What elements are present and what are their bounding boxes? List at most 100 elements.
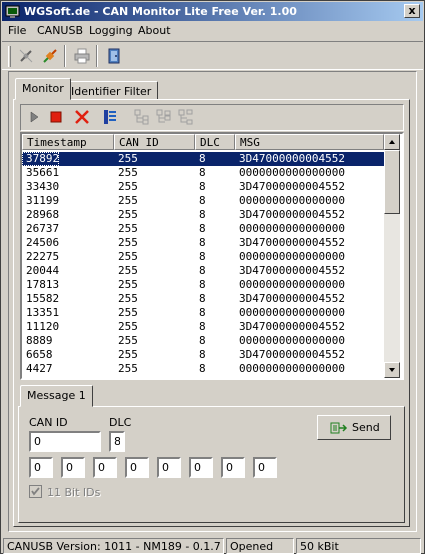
table-row[interactable]: 15582 255 8 3D47000000004552 xyxy=(22,292,384,306)
list-icon xyxy=(104,110,116,124)
column-msg[interactable]: MSG xyxy=(235,134,384,150)
table-row[interactable]: 4427 255 8 0000000000000000 xyxy=(22,362,384,376)
table-row[interactable]: 31199 255 8 0000000000000000 xyxy=(22,194,384,208)
cell-msg: 0000000000000000 xyxy=(239,166,345,179)
can-id-input[interactable] xyxy=(29,431,101,452)
cell-dlc: 8 xyxy=(199,334,206,347)
cell-timestamp: 22275 xyxy=(26,250,60,263)
window-title: WGSoft.de - CAN Monitor Lite Free Ver. 1… xyxy=(24,5,297,18)
column-dlc[interactable]: DLC xyxy=(195,134,235,150)
cell-dlc: 8 xyxy=(199,320,206,333)
data-byte-input[interactable] xyxy=(221,457,245,478)
cell-timestamp: 17813 xyxy=(26,278,60,291)
tree-button-1[interactable] xyxy=(131,107,153,128)
list-view-button[interactable] xyxy=(99,107,121,128)
cell-dlc: 8 xyxy=(199,208,206,221)
data-byte-input[interactable] xyxy=(61,457,85,478)
cell-can-id: 255 xyxy=(118,292,138,305)
cell-msg: 3D47000000004552 xyxy=(239,236,345,249)
data-byte-input[interactable] xyxy=(125,457,149,478)
data-byte-input[interactable] xyxy=(29,457,53,478)
send-label: Send xyxy=(352,421,380,434)
cell-msg: 3D47000000004552 xyxy=(239,292,345,305)
dlc-label: DLC xyxy=(109,416,132,429)
message-table[interactable]: Timestamp CAN ID DLC MSG 37892 255 8 3D4700… xyxy=(20,132,404,380)
disconnect-button[interactable] xyxy=(14,45,38,67)
exit-button[interactable] xyxy=(102,45,126,67)
cell-dlc: 8 xyxy=(199,362,206,375)
menu-file[interactable]: File xyxy=(8,24,26,37)
table-row[interactable]: 11120 255 8 3D47000000004552 xyxy=(22,320,384,334)
menu-logging[interactable]: Logging xyxy=(89,24,133,37)
table-row[interactable]: 2196 255 8 3D47000000004552 xyxy=(22,376,384,378)
title-bar[interactable]: WGSoft.de - CAN Monitor Lite Free Ver. 1… xyxy=(2,2,423,21)
table-row[interactable]: 26737 255 8 0000000000000000 xyxy=(22,222,384,236)
table-scrollbar[interactable] xyxy=(384,134,400,378)
send-button[interactable]: Send xyxy=(317,415,391,440)
cell-dlc: 8 xyxy=(199,306,206,319)
cell-can-id: 255 xyxy=(118,334,138,347)
data-byte-input[interactable] xyxy=(157,457,181,478)
tab-message-1[interactable]: Message 1 xyxy=(20,385,93,407)
table-row[interactable]: 6658 255 8 3D47000000004552 xyxy=(22,348,384,362)
tree-button-2[interactable] xyxy=(153,107,175,128)
dlc-input[interactable] xyxy=(109,431,125,452)
cell-can-id: 255 xyxy=(118,306,138,319)
table-row[interactable]: 22275 255 8 0000000000000000 xyxy=(22,250,384,264)
cell-msg: 3D47000000004552 xyxy=(239,264,345,277)
close-button[interactable]: x xyxy=(404,4,420,18)
cell-msg: 3D47000000004552 xyxy=(239,180,345,193)
column-can-id[interactable]: CAN ID xyxy=(114,134,195,150)
bit11-label: 11 Bit IDs xyxy=(47,486,101,499)
data-byte-input[interactable] xyxy=(253,457,277,478)
status-bitrate: 50 kBit xyxy=(296,538,421,554)
bit11-checkbox[interactable] xyxy=(29,485,42,498)
cell-dlc: 8 xyxy=(199,236,206,249)
tree-button-3[interactable] xyxy=(175,107,197,128)
cell-dlc: 8 xyxy=(199,166,206,179)
cell-dlc: 8 xyxy=(195,376,206,378)
cell-can-id: 255 xyxy=(118,250,138,263)
cell-can-id: 255 xyxy=(118,180,138,193)
cell-timestamp: 11120 xyxy=(26,320,60,333)
cell-can-id: 255 xyxy=(118,236,138,249)
play-button[interactable] xyxy=(23,107,45,128)
scroll-up-button[interactable] xyxy=(384,134,400,150)
tab-monitor[interactable]: Monitor xyxy=(15,78,71,100)
menu-about[interactable]: About xyxy=(138,24,171,37)
table-row[interactable]: 33430 255 8 3D47000000004552 xyxy=(22,180,384,194)
tab-identifier-filter[interactable]: Identifier Filter xyxy=(64,81,159,100)
table-row[interactable]: 37892 255 8 3D47000000004552 xyxy=(22,152,384,166)
message-pane: CAN ID DLC Send xyxy=(18,406,405,523)
cell-msg: 0000000000000000 xyxy=(239,194,345,207)
connect-button[interactable] xyxy=(38,45,62,67)
menu-canusb[interactable]: CANUSB xyxy=(37,24,83,37)
monitor-toolbar xyxy=(20,104,404,131)
table-row[interactable]: 8889 255 8 0000000000000000 xyxy=(22,334,384,348)
table-row[interactable]: 24506 255 8 3D47000000004552 xyxy=(22,236,384,250)
toolbar-separator xyxy=(96,45,98,67)
data-byte-input[interactable] xyxy=(93,457,117,478)
cell-can-id: 255 xyxy=(118,194,138,207)
scroll-down-button[interactable] xyxy=(384,362,400,378)
scroll-thumb[interactable] xyxy=(384,150,400,214)
column-timestamp[interactable]: Timestamp xyxy=(22,134,114,150)
table-row[interactable]: 28968 255 8 3D47000000004552 xyxy=(22,208,384,222)
cell-msg: 3D47000000004552 xyxy=(235,376,345,378)
print-button[interactable] xyxy=(70,45,94,67)
stop-button[interactable] xyxy=(45,107,67,128)
cell-can-id: 255 xyxy=(118,166,138,179)
can-id-label: CAN ID xyxy=(29,416,68,429)
table-row[interactable]: 17813 255 8 0000000000000000 xyxy=(22,278,384,292)
table-row[interactable]: 20044 255 8 3D47000000004552 xyxy=(22,264,384,278)
table-row[interactable]: 35661 255 8 0000000000000000 xyxy=(22,166,384,180)
clear-icon xyxy=(75,110,89,124)
table-row[interactable]: 13351 255 8 0000000000000000 xyxy=(22,306,384,320)
clear-button[interactable] xyxy=(71,107,93,128)
cell-can-id: 255 xyxy=(118,152,138,165)
cell-msg: 0000000000000000 xyxy=(239,362,345,375)
cell-timestamp: 20044 xyxy=(26,264,60,277)
main-toolbar xyxy=(2,41,423,70)
data-byte-input[interactable] xyxy=(189,457,213,478)
cell-timestamp: 24506 xyxy=(26,236,60,249)
